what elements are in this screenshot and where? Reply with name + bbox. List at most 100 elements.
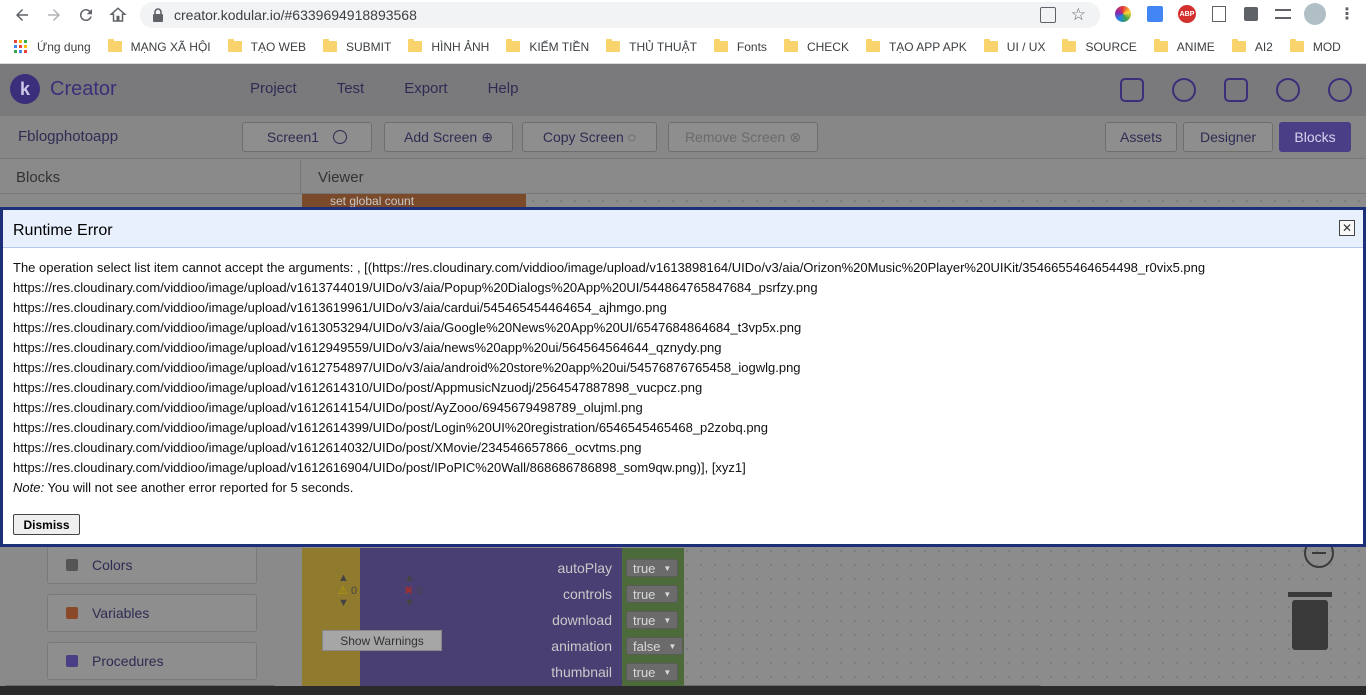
dollar-icon[interactable] (1276, 78, 1300, 102)
bookmark-folder[interactable]: UI / UX (983, 39, 1045, 54)
bookmark-folder[interactable]: ANIME (1153, 39, 1215, 54)
bookmark-folder[interactable]: CHECK (783, 39, 849, 54)
arrow-right-icon (48, 9, 60, 21)
translate-page-icon[interactable] (1040, 7, 1056, 23)
dismiss-button[interactable]: Dismiss (13, 514, 80, 535)
folder-icon (408, 39, 423, 52)
kodular-logo[interactable]: k (10, 74, 40, 104)
chevron-down-icon (333, 130, 348, 144)
folder-icon (1231, 39, 1246, 52)
event-block[interactable] (302, 548, 360, 695)
error-toggle[interactable]: ▲ ✖ 0 ▼ (404, 572, 422, 609)
folder-icon (865, 39, 880, 52)
prop-controls: controls (562, 586, 612, 602)
copy-screen-button[interactable]: Copy Screen ◌ (522, 122, 657, 152)
error-line: https://res.cloudinary.com/viddioo/image… (13, 460, 746, 475)
assets-button[interactable]: Assets (1105, 122, 1177, 152)
value-animation[interactable]: false ▼ (626, 637, 684, 655)
adblock-icon[interactable]: ABP (1176, 3, 1198, 25)
chevron-up-icon: ▲ (404, 572, 415, 584)
folder-icon (107, 39, 122, 52)
value-controls[interactable]: true ▼ (626, 585, 679, 603)
more-icon[interactable]: ⋮ (1336, 3, 1358, 25)
forward-button[interactable] (42, 3, 66, 27)
palette-icon[interactable] (1172, 78, 1196, 102)
chevron-down-icon: ▼ (404, 597, 415, 609)
browser-address-bar: creator.kodular.io/#6339694918893568 ☆ A… (0, 0, 1366, 30)
error-line: https://res.cloudinary.com/viddioo/image… (13, 420, 769, 435)
bookmark-folder[interactable]: SUBMIT (322, 39, 391, 54)
folder-icon (1062, 39, 1077, 52)
value-thumbnail[interactable]: true ▼ (626, 663, 679, 681)
chevron-down-icon: ▼ (338, 597, 349, 609)
trash-icon[interactable] (1288, 592, 1332, 650)
reload-button[interactable] (74, 3, 98, 27)
folder-star-icon[interactable] (1120, 78, 1144, 102)
menu-export[interactable]: Export (404, 80, 447, 97)
category-colors[interactable]: Colors (47, 546, 257, 584)
plus-circle-icon: ⊕ (481, 128, 493, 145)
dialog-body: The operation select list item cannot ac… (13, 258, 1353, 498)
apps-grid-icon (14, 40, 27, 53)
partial-set-block[interactable]: set global count (302, 194, 526, 208)
prop-download: download (552, 612, 612, 628)
remove-screen-button[interactable]: Remove Screen ⊗ (668, 122, 818, 152)
account-icon[interactable] (1328, 78, 1352, 102)
value-download[interactable]: true ▼ (626, 611, 679, 629)
remove-circle-icon: ⊗ (789, 128, 802, 145)
text-icon[interactable] (1208, 3, 1230, 25)
add-screen-button[interactable]: Add Screen ⊕ (384, 122, 513, 152)
chevron-up-icon: ▲ (338, 572, 349, 584)
taskbar-strip (0, 686, 1366, 695)
puzzle-icon[interactable] (1240, 3, 1262, 25)
home-icon (109, 7, 127, 22)
bookmark-folder[interactable]: THỦ THUẬT (606, 39, 697, 54)
profile-avatar[interactable] (1304, 3, 1326, 25)
category-variables[interactable]: Variables (47, 594, 257, 632)
error-note: Note: You will not see another error rep… (13, 480, 354, 495)
brand-name: Creator (50, 78, 117, 100)
paint-roller-icon (66, 559, 78, 571)
bookmark-folder[interactable]: TẠO APP APK (865, 39, 967, 54)
warning-toggle[interactable]: ▲ ⚠ 0 ▼ (338, 572, 357, 609)
screen-select[interactable]: Screen1 (242, 122, 372, 152)
color-picker-icon[interactable] (1112, 3, 1134, 25)
prop-animation: animation (551, 638, 612, 654)
bookmark-folder[interactable]: MẠNG XÃ HỘI (107, 39, 211, 54)
category-procedures[interactable]: Procedures (47, 642, 257, 680)
blocks-button[interactable]: Blocks (1279, 122, 1351, 152)
bookmark-apps[interactable]: Ứng dụng (14, 40, 91, 54)
url-field[interactable]: creator.kodular.io/#6339694918893568 ☆ (140, 2, 1100, 28)
folder-icon (322, 39, 337, 52)
menu-project[interactable]: Project (250, 80, 297, 97)
designer-button[interactable]: Designer (1183, 122, 1273, 152)
bookmark-folder[interactable]: HÌNH ẢNH (408, 39, 489, 54)
show-warnings-button[interactable]: Show Warnings (322, 630, 442, 651)
bookmark-folder[interactable]: MOD (1289, 39, 1341, 54)
lock-icon (153, 8, 163, 22)
dropdown-arrow-icon: ▼ (668, 641, 677, 651)
media-icon[interactable] (1272, 3, 1294, 25)
dialog-title: Runtime Error (13, 222, 113, 239)
bookmark-folder[interactable]: SOURCE (1062, 39, 1137, 54)
back-button[interactable] (10, 3, 34, 27)
folder-icon (983, 39, 998, 52)
value-autoplay[interactable]: true ▼ (626, 559, 679, 577)
bookmark-folder[interactable]: KIẾM TIỀN (506, 39, 589, 54)
menu-test[interactable]: Test (337, 80, 365, 97)
menu-help[interactable]: Help (488, 80, 519, 97)
bookmark-folder[interactable]: TẠO WEB (227, 39, 306, 54)
library-icon[interactable] (1224, 78, 1248, 102)
star-icon[interactable]: ☆ (1071, 5, 1086, 25)
translate-icon[interactable] (1144, 3, 1166, 25)
bookmark-folder[interactable]: AI2 (1231, 39, 1273, 54)
home-button[interactable] (106, 3, 130, 27)
runtime-error-dialog: Runtime Error ✕ The operation select lis… (0, 207, 1366, 547)
component-block[interactable]: autoPlay controls download animation thu… (360, 548, 622, 695)
folder-icon (227, 39, 242, 52)
folder-icon (1289, 39, 1304, 52)
close-icon[interactable]: ✕ (1339, 220, 1355, 236)
bookmark-folder[interactable]: Fonts (713, 39, 767, 54)
error-line: The operation select list item cannot ac… (13, 260, 1206, 275)
extensions-area: ABP ⋮ (1112, 3, 1358, 25)
